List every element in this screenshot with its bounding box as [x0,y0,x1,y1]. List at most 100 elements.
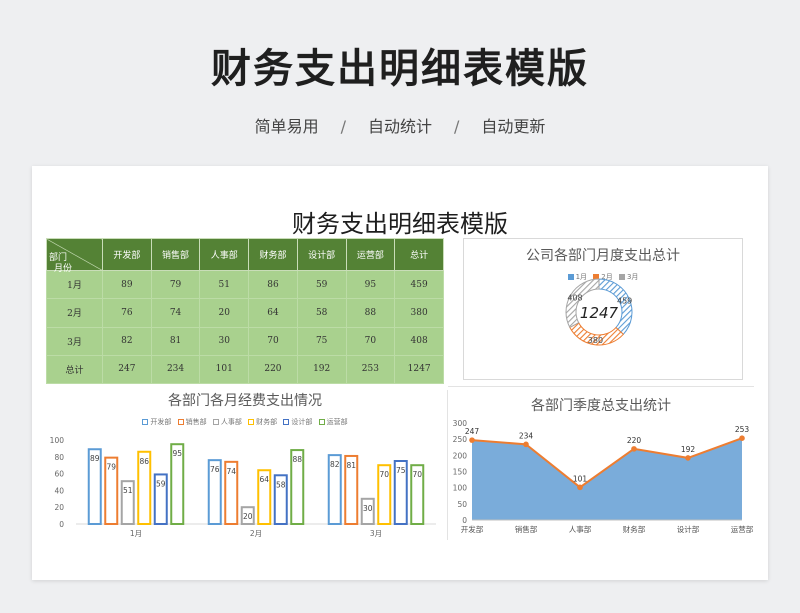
y-tick-label: 250 [453,435,468,444]
x-tick-label: 设计部 [677,524,700,534]
table-cell[interactable]: 58 [296,298,347,328]
table-cell[interactable]: 192 [296,354,347,385]
table-cell[interactable]: 79 [150,269,201,300]
x-tick-label: 运营部 [731,524,754,534]
y-tick-label: 200 [453,451,468,460]
hero-title: 财务支出明细表模版 [211,46,589,92]
x-tick-label: 人事部 [569,524,592,534]
data-point [631,446,637,452]
data-label: 192 [681,445,696,454]
table-cell[interactable]: 20 [199,298,250,328]
y-tick-label: 60 [54,470,64,479]
area-chart-panel[interactable]: 各部门季度总支出统计 0 50 100 150 200 250 300 247 234 101 22… [448,386,754,576]
feature-easy: 简单易用 [254,117,319,136]
table-cell[interactable]: 70 [345,326,396,356]
bar-value-label: 51 [123,486,133,495]
table-cell[interactable]: 89 [102,269,152,300]
data-point [523,441,529,448]
table-cell[interactable]: 51 [199,269,250,300]
table-cell[interactable]: 1247 [394,354,444,385]
corner-header: 部门 月份 [46,238,103,274]
donut-slice-label: 408 [567,294,582,303]
y-tick-label: 150 [453,468,468,477]
row-label[interactable]: 1月 [46,269,103,300]
col-header: 人事部 [199,238,250,271]
bar-value-label: 59 [156,479,166,488]
table-cell[interactable]: 59 [296,269,347,300]
bar-value-label: 76 [210,465,220,474]
table-cell[interactable]: 88 [345,298,396,328]
x-tick-label: 销售部 [515,524,538,534]
bar-value-label: 70 [379,470,389,479]
data-label: 247 [465,427,480,436]
expense-table: 部门 月份 开发部 销售部 人事部 财务部 设计部 运营部 总计 1月 89 7… [46,238,444,385]
table-cell[interactable]: 75 [296,326,347,356]
table-cell[interactable]: 30 [199,326,250,356]
table-cell[interactable]: 247 [102,354,152,385]
bar-value-label: 88 [292,455,302,464]
spreadsheet-preview: 财务支出明细表模版 部门 月份 开发部 销售部 人事部 财务部 设计部 运营部 … [32,166,768,580]
col-header: 运营部 [345,238,396,271]
table-cell[interactable]: 82 [102,326,152,356]
feature-auto-stats: 自动统计 [367,117,432,136]
y-tick-label: 100 [50,436,65,445]
row-label[interactable]: 3月 [46,326,103,356]
col-header: 总计 [394,238,444,271]
data-point [739,435,745,441]
donut-slice-label: 380 [588,336,603,345]
row-label[interactable]: 总计 [46,354,103,385]
x-tick-label: 3月 [370,529,382,538]
bar-value-label: 86 [139,457,149,466]
sheet-title: 财务支出明细表模版 [292,210,508,238]
bar-chart-panel[interactable]: 各部门各月经费支出情况 开发部 销售部 人事部 财务部 设计部 运营部 0 20 4… [46,384,444,574]
separator: / [340,117,346,136]
bar-value-label: 89 [90,454,100,463]
table-cell[interactable]: 81 [150,326,201,356]
donut-chart-panel[interactable]: 公司各部门月度支出总计 1月 2月 3月 1247 459 380 408 [463,238,743,380]
area-fill [472,438,742,520]
table-cell[interactable]: 95 [345,269,396,300]
data-label: 220 [627,436,642,445]
table-cell[interactable]: 380 [394,298,444,328]
bar-value-label: 75 [396,466,406,475]
x-tick-label: 2月 [250,529,262,538]
row-label[interactable]: 2月 [46,298,103,328]
x-tick-label: 1月 [130,529,142,538]
table-row: 3月 82 81 30 70 75 70 408 [46,326,444,356]
y-tick-label: 0 [59,520,64,529]
table-cell[interactable]: 74 [150,298,201,328]
data-label: 101 [573,474,588,483]
col-header: 财务部 [248,238,298,271]
y-tick-label: 20 [54,503,64,512]
area-chart: 050100150200250300247 234101220192253开发部销… [453,419,754,534]
data-point [685,455,691,461]
col-header: 销售部 [150,238,201,271]
table-cell[interactable]: 459 [394,269,444,300]
feature-auto-update: 自动更新 [481,117,546,136]
donut-slice-label: 459 [617,297,632,306]
table-cell[interactable]: 101 [199,354,250,385]
data-point [577,484,583,491]
table-cell[interactable]: 234 [150,354,201,385]
table-cell[interactable]: 76 [102,298,152,328]
table-cell[interactable]: 220 [248,354,298,385]
col-header: 开发部 [102,238,152,271]
table-cell[interactable]: 70 [248,326,298,356]
corner-month-label: 月份 [54,264,73,274]
x-tick-label: 开发部 [461,524,484,534]
bar-value-label: 20 [243,512,253,521]
y-tick-label: 50 [457,500,467,509]
table-cell[interactable]: 253 [345,354,396,385]
y-tick-label: 100 [453,484,468,493]
feature-list: 简单易用 / 自动统计 / 自动更新 [0,113,800,137]
bar-value-label: 70 [412,470,422,479]
data-label: 234 [519,431,534,440]
col-header: 设计部 [296,238,347,271]
data-point [469,437,475,443]
table-cell[interactable]: 408 [394,326,444,356]
donut-chart: 1247 459 380 408 [565,278,633,346]
table-cell[interactable]: 86 [248,269,298,300]
bar-value-label: 58 [276,480,286,489]
bar-value-label: 95 [172,449,182,458]
table-cell[interactable]: 64 [248,298,298,328]
